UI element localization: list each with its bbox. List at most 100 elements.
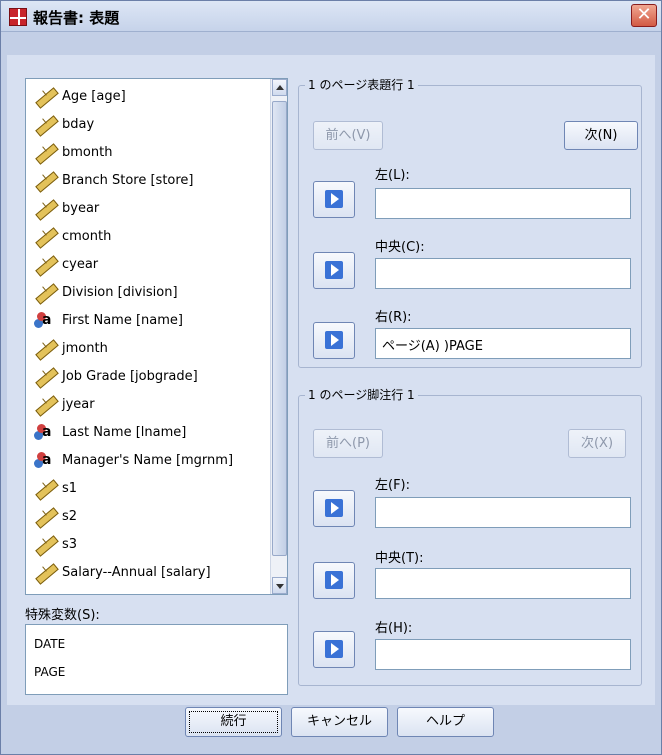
variable-label: Branch Store [store] [62, 172, 194, 188]
variable-label: jmonth [62, 340, 108, 356]
footer-left-field[interactable] [375, 497, 631, 528]
footer-left-move-button[interactable] [313, 490, 355, 527]
special-variable-item[interactable]: DATE [34, 637, 65, 651]
ruler-icon [34, 143, 56, 161]
page-footer-group-title: 1 のページ脚注行 1 [305, 386, 418, 403]
variable-label: Last Name [lname] [62, 424, 187, 440]
variable-label: s3 [62, 536, 78, 552]
help-button[interactable]: ヘルプ [397, 707, 494, 737]
footer-next-button[interactable]: 次(X) [568, 429, 626, 458]
variable-label: Manager's Name [mgrnm] [62, 452, 234, 468]
variable-label: cmonth [62, 228, 112, 244]
variable-list-item[interactable]: Last Name [lname] [34, 421, 264, 443]
variable-list-item[interactable]: Division [division] [34, 281, 264, 303]
variable-list[interactable]: Age [age] bday bmonth Branch Store [store] b… [25, 78, 288, 595]
title-left-label: 左(L): [375, 168, 410, 183]
title-center-field[interactable] [375, 258, 631, 289]
continue-button[interactable]: 続行 [185, 707, 282, 737]
nominal-icon [34, 311, 56, 329]
variable-label: s2 [62, 508, 78, 524]
variable-label: byear [62, 200, 100, 216]
ruler-icon [34, 395, 56, 413]
special-variables-label: 特殊変数(S): [25, 608, 100, 623]
ruler-icon [34, 367, 56, 385]
variable-list-item[interactable]: s2 [34, 505, 264, 527]
special-variables-list[interactable]: DATE PAGE [25, 624, 288, 695]
page-title-group: 1 のページ表題行 1 前へ(V) 次(N) 左(L): 中央(C): 右(R)… [298, 76, 642, 368]
move-right-arrow-icon [325, 640, 343, 658]
variable-list-item[interactable]: jmonth [34, 337, 264, 359]
footer-right-field[interactable] [375, 639, 631, 670]
ruler-icon [34, 255, 56, 273]
title-right-move-button[interactable] [313, 322, 355, 359]
footer-right-label: 右(H): [375, 621, 413, 636]
variable-list-item[interactable]: Manager's Name [mgrnm] [34, 449, 264, 471]
footer-right-move-button[interactable] [313, 631, 355, 668]
move-right-arrow-icon [325, 571, 343, 589]
variable-list-item[interactable]: First Name [name] [34, 309, 264, 331]
focus-ring [189, 711, 278, 733]
special-variable-item[interactable]: PAGE [34, 665, 65, 679]
variable-label: Age [age] [62, 88, 126, 104]
title-center-move-button[interactable] [313, 252, 355, 289]
variable-list-item[interactable]: cmonth [34, 225, 264, 247]
footer-left-label: 左(F): [375, 478, 411, 493]
dialog-title: 報告書: 表題 [33, 9, 120, 27]
move-right-arrow-icon [325, 190, 343, 208]
dialog-window: 報告書: 表題 ✕ Age [age] bday bmonth Branch Stor… [0, 0, 662, 755]
variable-list-item[interactable]: Job Grade [jobgrade] [34, 365, 264, 387]
variable-label: cyear [62, 256, 99, 272]
footer-center-field[interactable] [375, 568, 631, 599]
nominal-icon [34, 451, 56, 469]
footer-center-move-button[interactable] [313, 562, 355, 599]
title-left-move-button[interactable] [313, 181, 355, 218]
variable-label: jyear [62, 396, 95, 412]
title-right-label: 右(R): [375, 310, 412, 325]
variable-list-item[interactable]: Branch Store [store] [34, 169, 264, 191]
scroll-up-arrow-icon[interactable] [272, 79, 287, 96]
scroll-thumb[interactable] [272, 101, 287, 556]
variable-list-item[interactable]: s1 [34, 477, 264, 499]
close-button[interactable]: ✕ [631, 4, 657, 27]
variable-list-item[interactable]: Salary--Annual [salary] [34, 561, 264, 583]
title-center-label: 中央(C): [375, 240, 425, 255]
footer-center-label: 中央(T): [375, 551, 424, 566]
variable-label: s1 [62, 480, 78, 496]
title-prev-button[interactable]: 前へ(V) [313, 121, 383, 150]
page-footer-group: 1 のページ脚注行 1 前へ(P) 次(X) 左(F): 中央(T): 右(H)… [298, 386, 642, 686]
nominal-icon [34, 423, 56, 441]
variable-label: bday [62, 116, 95, 132]
variable-list-item[interactable]: jyear [34, 393, 264, 415]
title-right-field[interactable]: ページ(A) )PAGE [375, 328, 631, 359]
ruler-icon [34, 199, 56, 217]
ruler-icon [34, 339, 56, 357]
variable-list-item[interactable]: s3 [34, 533, 264, 555]
scroll-down-arrow-icon[interactable] [272, 577, 287, 594]
ruler-icon [34, 171, 56, 189]
variable-list-scrollbar[interactable] [270, 79, 287, 594]
title-next-button[interactable]: 次(N) [564, 121, 638, 150]
ruler-icon [34, 479, 56, 497]
ruler-icon [34, 87, 56, 105]
variable-label: bmonth [62, 144, 113, 160]
variable-list-item[interactable]: byear [34, 197, 264, 219]
title-bar: 報告書: 表題 ✕ [1, 1, 661, 32]
title-left-field[interactable] [375, 188, 631, 219]
move-right-arrow-icon [325, 261, 343, 279]
app-icon [9, 8, 27, 26]
variable-list-item[interactable]: bday [34, 113, 264, 135]
variable-list-item[interactable]: bmonth [34, 141, 264, 163]
page-title-group-title: 1 のページ表題行 1 [305, 76, 418, 93]
variable-label: Job Grade [jobgrade] [62, 368, 198, 384]
move-right-arrow-icon [325, 499, 343, 517]
variable-label: Division [division] [62, 284, 178, 300]
ruler-icon [34, 507, 56, 525]
cancel-button[interactable]: キャンセル [291, 707, 388, 737]
move-right-arrow-icon [325, 331, 343, 349]
variable-list-item[interactable]: Age [age] [34, 85, 264, 107]
ruler-icon [34, 563, 56, 581]
footer-prev-button[interactable]: 前へ(P) [313, 429, 383, 458]
variable-list-item[interactable]: cyear [34, 253, 264, 275]
ruler-icon [34, 283, 56, 301]
variable-label: First Name [name] [62, 312, 183, 328]
